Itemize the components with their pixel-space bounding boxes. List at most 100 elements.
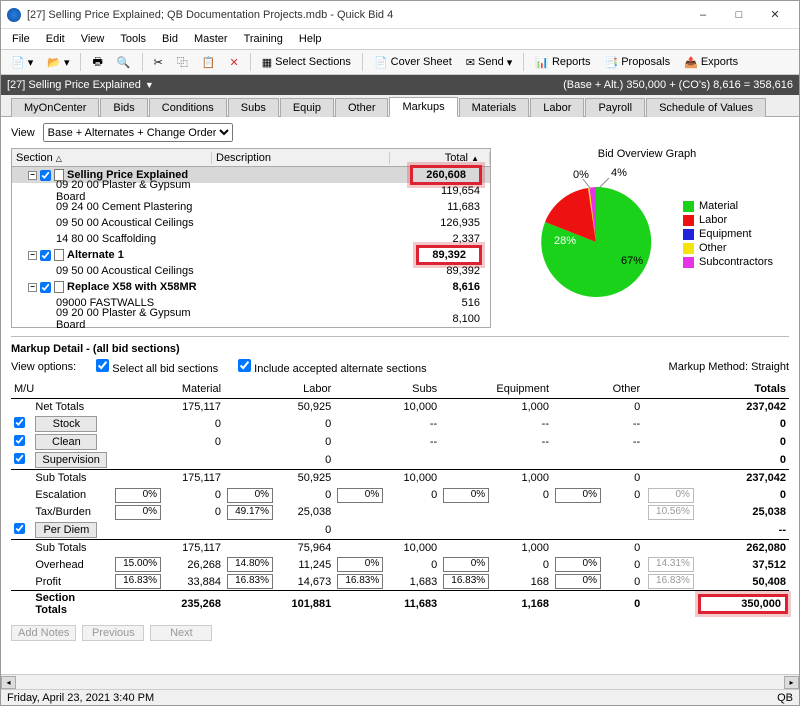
profit-other-pct[interactable]: 0% — [555, 574, 601, 589]
tab-bids[interactable]: Bids — [100, 98, 147, 117]
escalation-labor-pct[interactable]: 0% — [227, 488, 273, 503]
clean-button[interactable]: Clean — [35, 434, 97, 450]
scroll-left-button[interactable]: ◂ — [1, 676, 16, 689]
tax-labor-pct[interactable]: 49.17% — [227, 505, 273, 520]
overhead-other-pct[interactable]: 0% — [555, 557, 601, 572]
stock-button[interactable]: Stock — [35, 416, 97, 432]
minimize-button[interactable]: – — [685, 1, 721, 28]
paste-icon: 📋 — [202, 56, 216, 69]
exports-button[interactable]: 📤Exports — [678, 53, 744, 72]
table-row[interactable]: 09 50 00 Acoustical Ceilings89,392 — [12, 263, 490, 279]
tab-conditions[interactable]: Conditions — [149, 98, 227, 117]
section-total-input[interactable]: 350,000 — [700, 596, 786, 612]
collapse-icon[interactable]: − — [28, 283, 37, 292]
supervision-checkbox[interactable] — [14, 453, 25, 464]
stock-checkbox[interactable] — [14, 417, 25, 428]
col-total[interactable]: Total ▲ — [390, 152, 490, 164]
select-sections-button[interactable]: ▦Select Sections — [256, 53, 357, 72]
tab-markups[interactable]: Markups — [389, 97, 457, 117]
row-checkbox[interactable] — [40, 282, 51, 293]
table-row[interactable]: −Replace X58 with X58MR8,616 — [12, 279, 490, 295]
menu-help[interactable]: Help — [292, 31, 329, 47]
menu-file[interactable]: File — [5, 31, 37, 47]
tab-schedule[interactable]: Schedule of Values — [646, 98, 766, 117]
preview-button[interactable]: 🔍 — [111, 53, 137, 72]
table-row[interactable]: 09 24 00 Cement Plastering11,683 — [12, 199, 490, 215]
tab-payroll[interactable]: Payroll — [585, 98, 645, 117]
table-row[interactable]: 09 50 00 Acoustical Ceilings126,935 — [12, 215, 490, 231]
menu-view[interactable]: View — [74, 31, 112, 47]
tax-material-pct[interactable]: 0% — [115, 505, 161, 520]
col-section[interactable]: Section △ — [12, 152, 212, 164]
print-button[interactable]: 🖶 — [86, 50, 108, 75]
proposals-button[interactable]: 📑Proposals — [598, 53, 676, 72]
overhead-subs-pct[interactable]: 0% — [337, 557, 383, 572]
horizontal-scrollbar[interactable]: ◂ ▸ — [1, 674, 799, 689]
escalation-other-pct[interactable]: 0% — [555, 488, 601, 503]
table-row[interactable]: 14 80 00 Scaffolding2,337 — [12, 231, 490, 247]
perdiem-button[interactable]: Per Diem — [35, 522, 97, 538]
profit-labor-pct[interactable]: 16.83% — [227, 574, 273, 589]
toolbar: 📄▾ 📂▾ 🖶 🔍 ✂ ⿻ 📋 ✕ ▦Select Sections 📄Cove… — [1, 49, 799, 75]
reports-button[interactable]: 📊Reports — [529, 53, 596, 72]
overhead-equip-pct[interactable]: 0% — [443, 557, 489, 572]
copy-icon: ⿻ — [177, 54, 188, 70]
overhead-labor-pct[interactable]: 14.80% — [227, 557, 273, 572]
paste-button[interactable]: 📋 — [196, 53, 222, 72]
table-row[interactable]: 09 20 00 Plaster & Gypsum Board8,100 — [12, 311, 490, 327]
cut-button[interactable]: ✂ — [148, 53, 169, 72]
add-notes-button[interactable]: Add Notes — [11, 625, 76, 641]
chevron-down-icon[interactable]: ▼ — [145, 80, 154, 90]
table-row[interactable]: −Alternate 189,392 — [12, 247, 490, 263]
view-select[interactable]: Base + Alternates + Change Orders — [43, 123, 233, 142]
maximize-button[interactable]: □ — [721, 1, 757, 28]
row-checkbox[interactable] — [40, 250, 51, 261]
profit-equip-pct[interactable]: 16.83% — [443, 574, 489, 589]
view-options-label: View options: — [11, 361, 76, 373]
menu-edit[interactable]: Edit — [39, 31, 72, 47]
tab-labor[interactable]: Labor — [530, 98, 584, 117]
open-button[interactable]: 📂▾ — [41, 53, 75, 72]
profit-subs-pct[interactable]: 16.83% — [337, 574, 383, 589]
overhead-material-pct[interactable]: 15.00% — [115, 557, 161, 572]
new-button[interactable]: 📄▾ — [5, 53, 39, 72]
tab-materials[interactable]: Materials — [459, 98, 530, 117]
table-row[interactable]: 09 20 00 Plaster & Gypsum Board119,654 — [12, 183, 490, 199]
profit-material-pct[interactable]: 16.83% — [115, 574, 161, 589]
sections-grid[interactable]: Section △ Description Total ▲ −Selling P… — [11, 148, 491, 328]
tab-equip[interactable]: Equip — [280, 98, 334, 117]
escalation-material-pct[interactable]: 0% — [115, 488, 161, 503]
doc-new-icon: 📄 — [11, 56, 25, 69]
status-bar: Friday, April 23, 2021 3:40 PM QB — [1, 689, 799, 705]
menu-training[interactable]: Training — [237, 31, 290, 47]
menu-tools[interactable]: Tools — [113, 31, 153, 47]
previous-button[interactable]: Previous — [82, 625, 144, 641]
send-button[interactable]: ✉Send ▾ — [460, 53, 518, 72]
escalation-equip-pct[interactable]: 0% — [443, 488, 489, 503]
menu-bid[interactable]: Bid — [155, 31, 185, 47]
tab-other[interactable]: Other — [335, 98, 389, 117]
tab-subs[interactable]: Subs — [228, 98, 279, 117]
col-description[interactable]: Description — [212, 152, 390, 164]
folder-icon: 📂 — [47, 56, 61, 69]
menu-master[interactable]: Master — [187, 31, 235, 47]
info-bar: [27] Selling Price Explained ▼ (Base + A… — [1, 75, 799, 95]
copy-button[interactable]: ⿻ — [171, 51, 194, 73]
x-icon: ✕ — [229, 56, 238, 69]
scroll-right-button[interactable]: ▸ — [784, 676, 799, 689]
delete-button[interactable]: ✕ — [223, 53, 244, 72]
select-all-checkbox[interactable]: Select all bid sections — [96, 359, 218, 375]
close-button[interactable]: ✕ — [757, 1, 793, 28]
cover-sheet-button[interactable]: 📄Cover Sheet — [368, 53, 458, 72]
supervision-button[interactable]: Supervision — [35, 452, 106, 468]
next-button[interactable]: Next — [150, 625, 212, 641]
tab-myoncenter[interactable]: MyOnCenter — [11, 98, 99, 117]
include-alternates-checkbox[interactable]: Include accepted alternate sections — [238, 359, 427, 375]
reports-icon: 📊 — [535, 56, 549, 69]
collapse-icon[interactable]: − — [28, 251, 37, 260]
cut-icon: ✂ — [154, 56, 163, 69]
clean-checkbox[interactable] — [14, 435, 25, 446]
perdiem-checkbox[interactable] — [14, 523, 25, 534]
escalation-subs-pct[interactable]: 0% — [337, 488, 383, 503]
sort-icon: △ — [56, 154, 62, 163]
